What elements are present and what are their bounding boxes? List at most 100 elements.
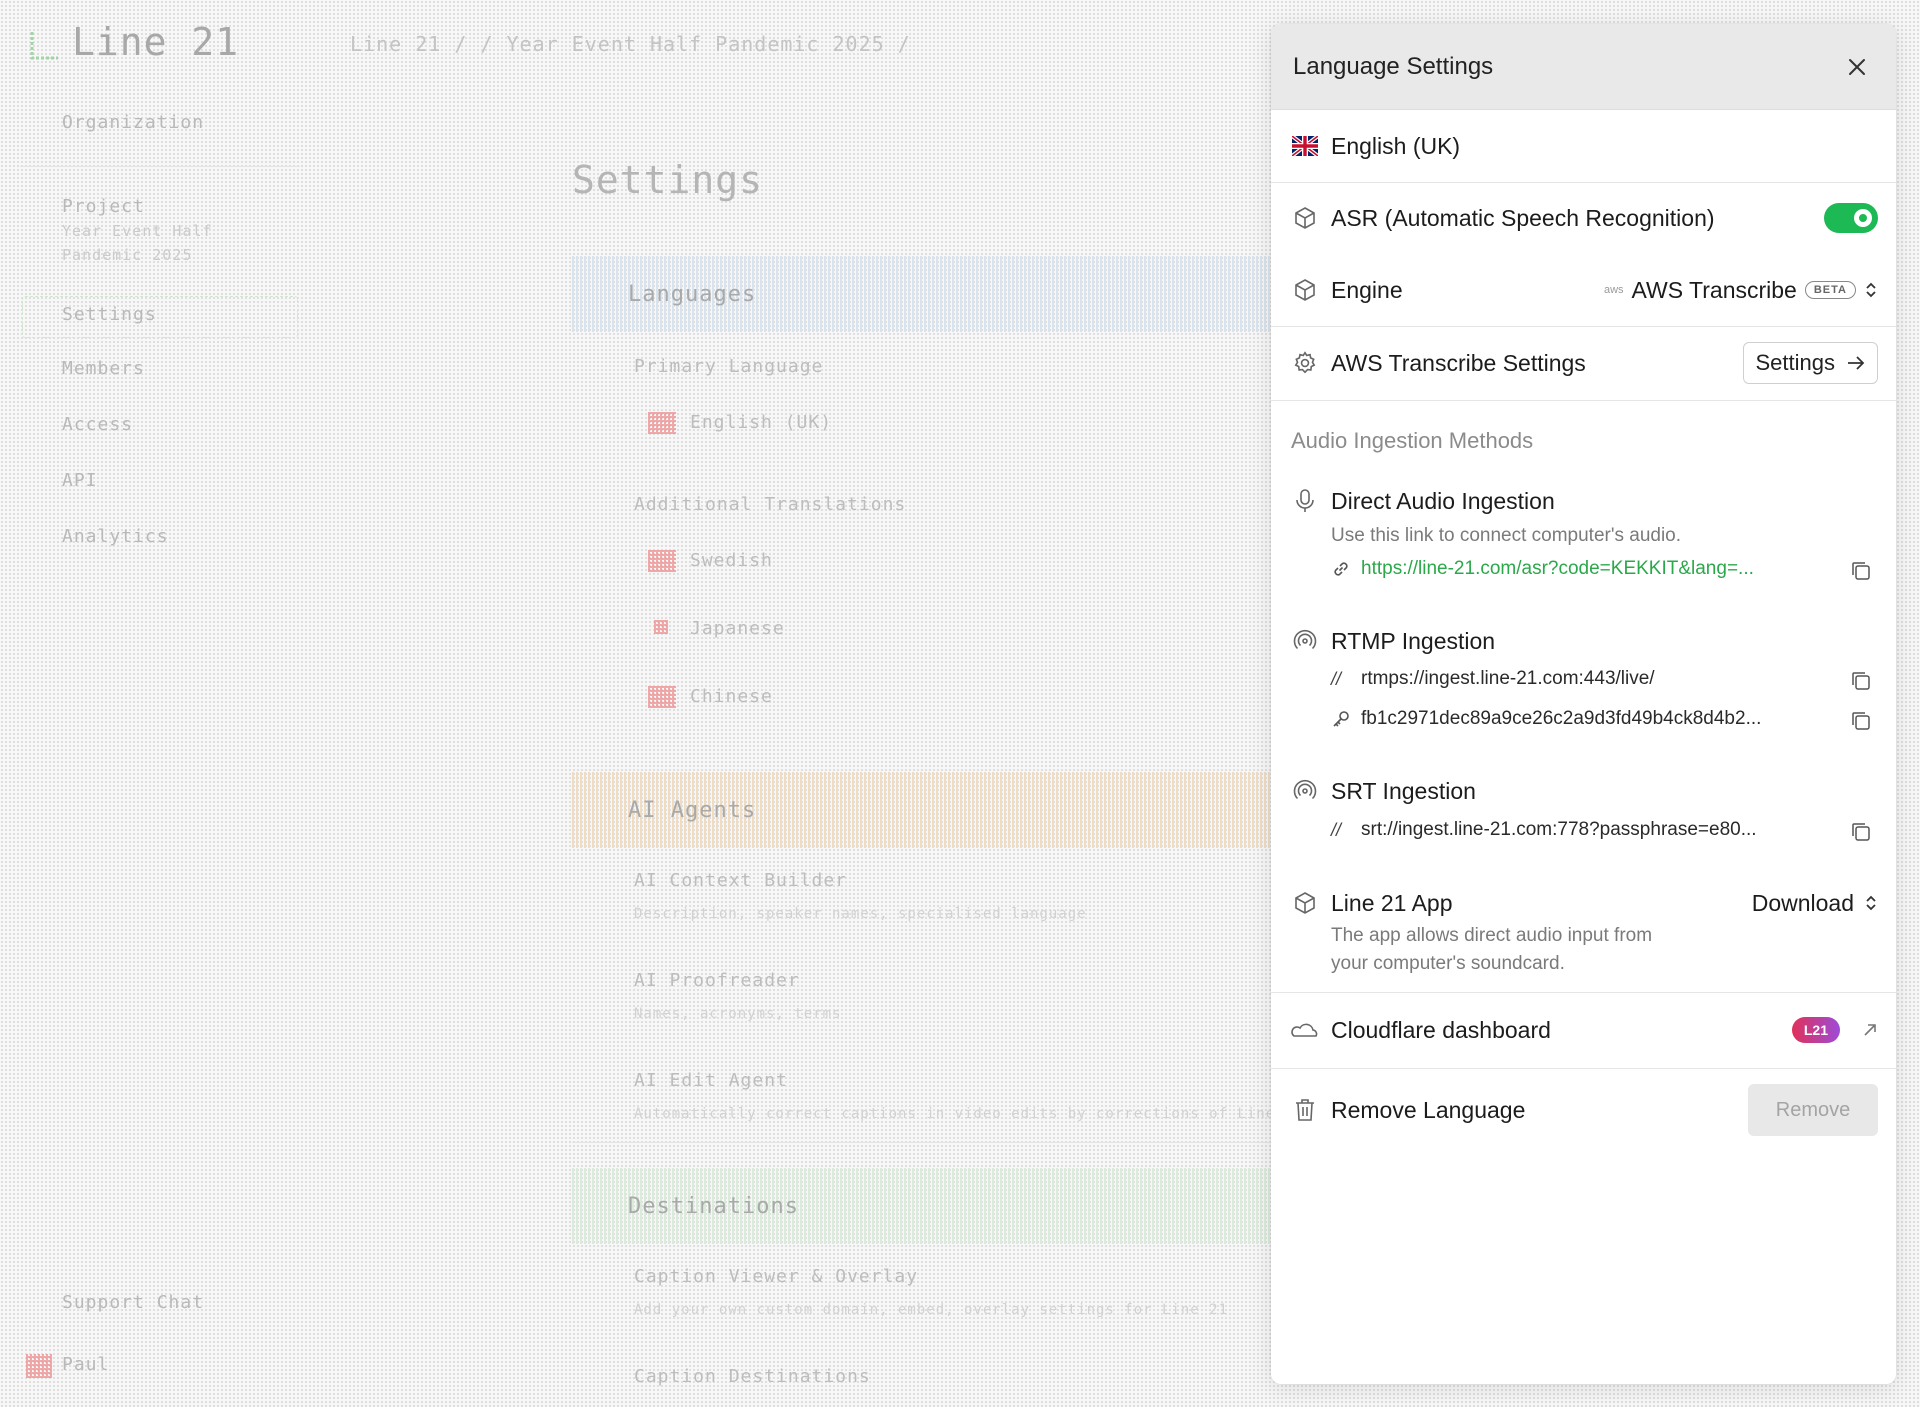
- asr-toggle[interactable]: [1824, 203, 1878, 233]
- sidebar-user[interactable]: Paul: [62, 1354, 109, 1375]
- aws-settings-button[interactable]: Settings: [1742, 342, 1878, 384]
- copy-rtmp-key-button[interactable]: [1848, 708, 1874, 734]
- rtmp-url-line: // rtmps://ingest.line-21.com:443/live/: [1331, 668, 1811, 690]
- row-additional: Additional Translations: [634, 494, 907, 515]
- rtmp-title: RTMP Ingestion: [1331, 627, 1496, 654]
- row-ai-proof: AI Proofreader: [634, 970, 800, 991]
- row-ai-edit-sub: Automatically correct captions in video …: [634, 1106, 1304, 1122]
- copy-icon: [1852, 712, 1870, 730]
- copy-icon: [1852, 823, 1870, 841]
- key-icon: [1333, 711, 1349, 727]
- app-desc: The app allows direct audio input from: [1331, 925, 1653, 946]
- row-caption-viewer-sub: Add your own custom domain, embed, overl…: [634, 1302, 1229, 1318]
- sidebar-item-access[interactable]: Access: [62, 414, 133, 435]
- direct-desc: Use this link to connect computer's audi…: [1331, 525, 1682, 546]
- engine-select[interactable]: aws AWS Transcribe BETA: [1604, 277, 1878, 304]
- engine-value: AWS Transcribe: [1631, 276, 1797, 303]
- remove-language-label: Remove Language: [1331, 1096, 1526, 1123]
- flag-uk-icon: [1291, 132, 1319, 160]
- copy-icon: [1852, 672, 1870, 690]
- rtmp-key[interactable]: fb1c2971dec89a9ce26c2a9d3fd49b4ck8d4b2..…: [1361, 708, 1811, 730]
- direct-link-line: https://line-21.com/asr?code=KEKKIT&lang…: [1331, 558, 1811, 580]
- section-languages[interactable]: Languages: [628, 282, 756, 307]
- sidebar-project[interactable]: Project: [62, 196, 145, 217]
- language-name: English (UK): [1331, 132, 1461, 159]
- row-lang[interactable]: Japanese: [690, 618, 785, 639]
- section-ai-agents[interactable]: AI Agents: [628, 798, 756, 823]
- logo-text: Line 21: [72, 20, 240, 64]
- direct-title: Direct Audio Ingestion: [1331, 487, 1555, 514]
- sidebar-support-chat[interactable]: Support Chat: [62, 1292, 204, 1313]
- cloudflare-row[interactable]: Cloudflare dashboard L21: [1271, 992, 1896, 1068]
- direct-link[interactable]: https://line-21.com/asr?code=KEKKIT&lang…: [1361, 558, 1811, 580]
- aws-settings-row: AWS Transcribe Settings Settings: [1271, 326, 1896, 400]
- flag-uk-icon: [648, 412, 676, 434]
- link-icon: [1334, 562, 1348, 576]
- chevron-updown-icon: [1866, 282, 1876, 298]
- l21-badge: L21: [1791, 1017, 1840, 1043]
- arrow-right-icon: [1848, 356, 1865, 370]
- sidebar-item-members[interactable]: Members: [62, 358, 145, 379]
- row-caption-viewer: Caption Viewer & Overlay: [634, 1266, 919, 1287]
- cloudflare-label: Cloudflare dashboard: [1331, 1016, 1551, 1043]
- row-primary-value[interactable]: English (UK): [690, 412, 832, 433]
- row-lang[interactable]: Chinese: [690, 686, 773, 707]
- close-button[interactable]: [1840, 50, 1874, 84]
- copy-direct-link-button[interactable]: [1848, 558, 1874, 584]
- breadcrumb: Line 21 / / Year Event Half Pandemic 202…: [350, 32, 911, 56]
- cube-icon: [1291, 204, 1319, 232]
- sidebar-org[interactable]: Organization: [62, 112, 204, 133]
- flag-jp-icon: [654, 620, 668, 634]
- section-divider: [572, 1142, 1272, 1143]
- row-caption-dest: Caption Destinations: [634, 1366, 871, 1387]
- broadcast-icon: [1291, 777, 1319, 805]
- app-title: Line 21 App: [1331, 889, 1453, 916]
- download-select[interactable]: Download: [1752, 890, 1878, 917]
- sidebar-item-api[interactable]: API: [62, 470, 98, 491]
- broadcast-icon: [1291, 627, 1319, 655]
- rtmp-url[interactable]: rtmps://ingest.line-21.com:443/live/: [1361, 668, 1811, 690]
- sidebar-item-analytics[interactable]: Analytics: [62, 526, 169, 547]
- srt-ingestion-row: SRT Ingestion: [1271, 766, 1896, 816]
- sidebar-project-sub: Year Event Half: [62, 222, 213, 240]
- avatar[interactable]: [26, 1354, 52, 1378]
- srt-url[interactable]: srt://ingest.line-21.com:778?passphrase=…: [1361, 819, 1811, 841]
- copy-rtmp-url-button[interactable]: [1848, 668, 1874, 694]
- row-ai-edit: AI Edit Agent: [634, 1070, 788, 1091]
- section-destinations[interactable]: Destinations: [628, 1194, 799, 1219]
- aws-settings-label: AWS Transcribe Settings: [1331, 349, 1586, 376]
- asr-label: ASR (Automatic Speech Recognition): [1331, 204, 1715, 231]
- asr-row: ASR (Automatic Speech Recognition): [1271, 182, 1896, 254]
- protocol-slash-icon: //: [1331, 668, 1342, 689]
- aws-logo-icon: aws: [1603, 284, 1624, 296]
- sidebar-project-sub: Pandemic 2025: [62, 246, 193, 264]
- divider: [1271, 400, 1896, 401]
- sidebar-divider: [20, 166, 300, 167]
- beta-badge: BETA: [1804, 281, 1856, 299]
- remove-button[interactable]: Remove: [1748, 1084, 1878, 1136]
- close-icon: [1849, 58, 1865, 75]
- engine-row: Engine aws AWS Transcribe BETA: [1271, 254, 1896, 326]
- copy-srt-url-button[interactable]: [1848, 819, 1874, 845]
- drawer-header: Language Settings: [1271, 24, 1896, 110]
- external-link-icon: [1864, 1024, 1876, 1036]
- drawer-title: Language Settings: [1293, 52, 1494, 80]
- language-row: English (UK): [1271, 110, 1896, 182]
- direct-ingestion-row: Direct Audio Ingestion: [1271, 476, 1896, 526]
- page-title: Settings: [572, 158, 764, 202]
- cube-icon: [1291, 276, 1319, 304]
- srt-title: SRT Ingestion: [1331, 777, 1476, 804]
- remove-language-row: Remove Language Remove: [1271, 1068, 1896, 1152]
- cube-icon: [1291, 889, 1319, 917]
- rtmp-ingestion-row: RTMP Ingestion: [1271, 616, 1896, 666]
- aws-settings-button-label: Settings: [1755, 350, 1836, 375]
- app-row: Line 21 App Download: [1271, 878, 1896, 928]
- sidebar-item-settings[interactable]: Settings: [62, 304, 157, 325]
- row-primary-language: Primary Language: [634, 356, 824, 377]
- row-ai-proof-sub: Names, acronyms, terms: [634, 1006, 842, 1022]
- gear-icon: [1291, 349, 1319, 377]
- copy-icon: [1852, 562, 1870, 580]
- trash-icon: [1291, 1096, 1319, 1124]
- row-lang[interactable]: Swedish: [690, 550, 773, 571]
- cloud-icon: [1291, 1016, 1319, 1044]
